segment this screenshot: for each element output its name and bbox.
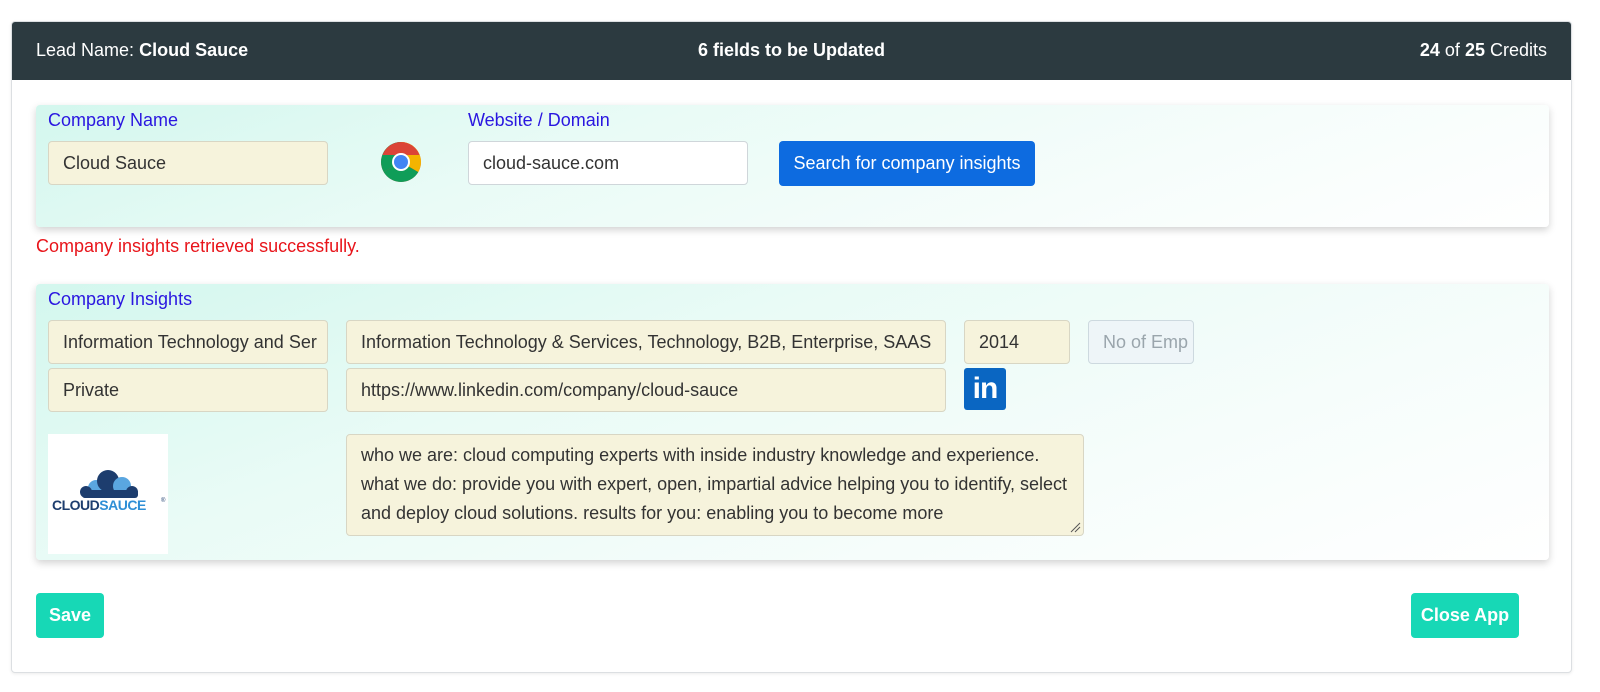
website-input[interactable]: cloud-sauce.com: [468, 141, 748, 185]
keywords-field[interactable]: Information Technology & Services, Techn…: [346, 320, 946, 364]
header-bar: Lead Name: Cloud Sauce 6 fields to be Up…: [12, 22, 1571, 80]
logo-text-sauce: SAUCE: [99, 497, 146, 513]
company-insights-label: Company Insights: [48, 289, 193, 309]
credits-suffix: Credits: [1489, 40, 1547, 60]
credits-used: 24: [1419, 40, 1440, 60]
linkedin-icon[interactable]: in: [964, 368, 1006, 410]
close-app-button[interactable]: Close App: [1411, 593, 1519, 638]
app-window: Lead Name: Cloud Sauce 6 fields to be Up…: [11, 21, 1572, 673]
company-insights-panel: Company Insights Information Technology …: [36, 284, 1549, 560]
company-search-panel: Company Name Cloud Sauce Website / Domai…: [36, 105, 1549, 227]
credits-total: 25: [1464, 40, 1485, 60]
company-name-label: Company Name: [48, 110, 179, 130]
linkedin-url-field[interactable]: https://www.linkedin.com/company/cloud-s…: [346, 368, 946, 412]
cloud-logo-icon: CLOUDSAUCE ®: [52, 470, 166, 513]
resize-grip-icon[interactable]: [1069, 521, 1081, 533]
employees-field[interactable]: No of Emp: [1088, 320, 1194, 364]
search-insights-button[interactable]: Search for company insights: [779, 141, 1035, 186]
credits-display: 24 of 25 Credits: [1420, 40, 1547, 61]
industry-field[interactable]: Information Technology and Ser: [48, 320, 328, 364]
description-text: who we are: cloud computing experts with…: [361, 445, 1068, 523]
founded-year-field[interactable]: 2014: [964, 320, 1070, 364]
fields-to-update-count: 6 fields to be Updated: [697, 40, 886, 60]
chrome-icon[interactable]: [380, 141, 422, 183]
status-message: Company insights retrieved successfully.: [36, 236, 360, 256]
save-button[interactable]: Save: [36, 593, 104, 638]
company-logo: CLOUDSAUCE ®: [48, 434, 168, 554]
website-label: Website / Domain: [468, 110, 610, 130]
logo-text: CLOUDSAUCE: [52, 497, 146, 513]
credits-of: of: [1444, 40, 1460, 60]
ownership-field[interactable]: Private: [48, 368, 328, 412]
logo-registered-mark: ®: [161, 497, 166, 504]
description-textarea[interactable]: who we are: cloud computing experts with…: [346, 434, 1084, 536]
company-name-input[interactable]: Cloud Sauce: [48, 141, 328, 185]
